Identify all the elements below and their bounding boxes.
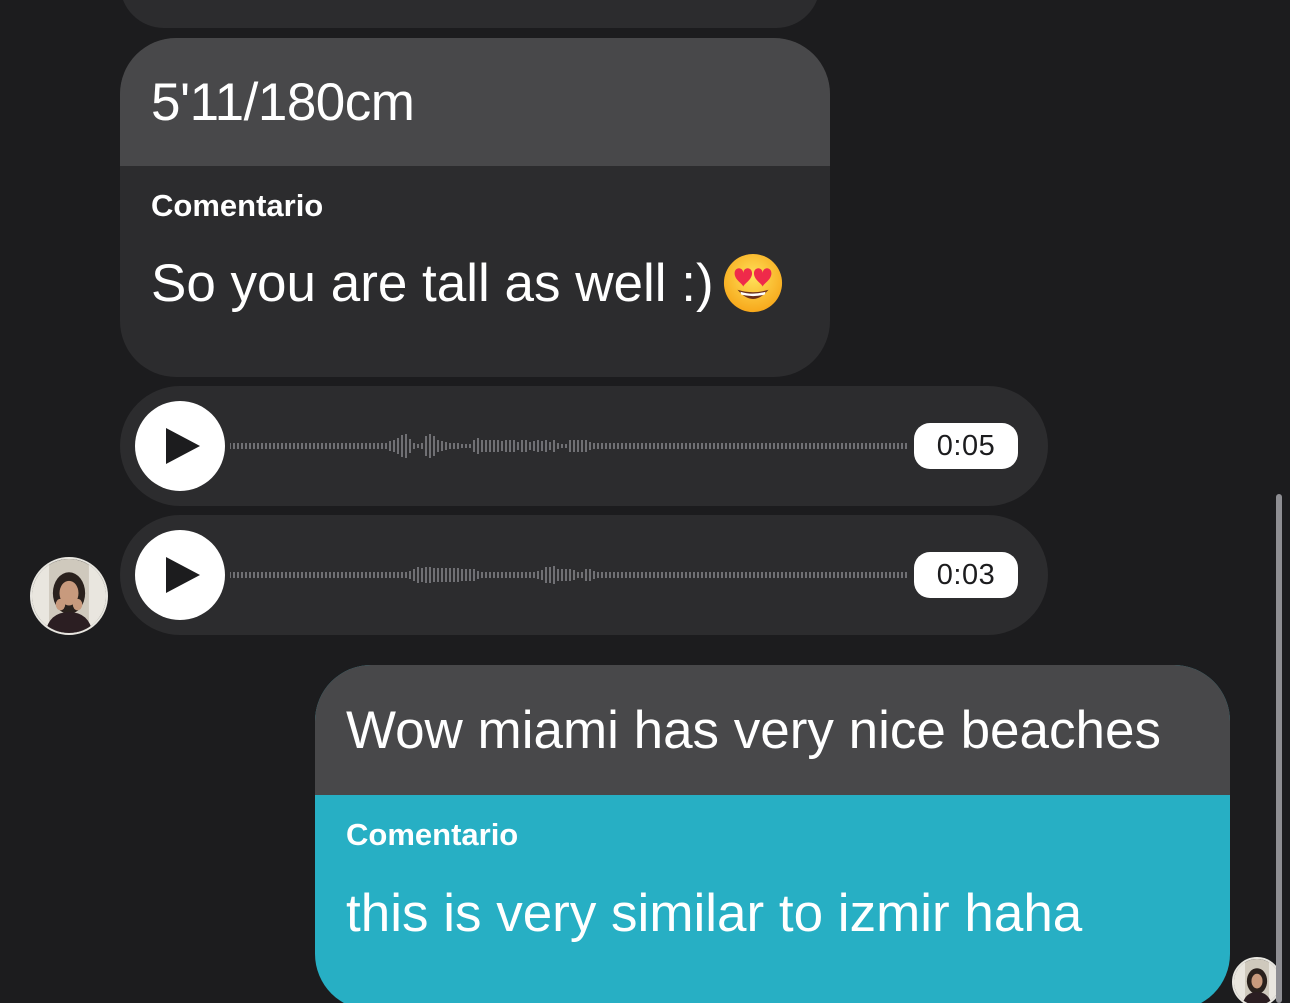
- avatar[interactable]: [30, 557, 108, 635]
- avatar-photo: [32, 559, 106, 633]
- voice-message[interactable]: 0:05: [120, 386, 1048, 506]
- previous-message-bubble[interactable]: [120, 0, 820, 28]
- quoted-message[interactable]: Wow miami has very nice beaches: [315, 665, 1230, 795]
- play-button[interactable]: [135, 530, 225, 620]
- comment-section: Comentario So you are tall as well :): [120, 166, 830, 314]
- comment-text-row: So you are tall as well :): [151, 252, 830, 314]
- play-icon: [166, 557, 200, 593]
- quoted-message[interactable]: 5'11/180cm: [120, 38, 830, 166]
- heart-eyes-emoji-icon: [723, 253, 782, 313]
- avatar-photo: [1234, 959, 1280, 1003]
- comment-label: Comentario: [346, 817, 519, 852]
- quoted-message-text: 5'11/180cm: [151, 72, 415, 132]
- scrollbar[interactable]: [1276, 494, 1282, 1003]
- comment-label: Comentario: [151, 188, 324, 223]
- play-icon: [166, 428, 200, 464]
- incoming-quote-message[interactable]: 5'11/180cm Comentario So you are tall as…: [120, 38, 830, 377]
- chat-screen: 5'11/180cm Comentario So you are tall as…: [0, 0, 1290, 1003]
- comment-text: So you are tall as well :): [151, 253, 714, 313]
- voice-message[interactable]: 0:03: [120, 515, 1048, 635]
- outgoing-quote-message[interactable]: Wow miami has very nice beaches Comentar…: [315, 665, 1230, 1003]
- duration-badge: 0:03: [914, 552, 1018, 598]
- comment-text-row: this is very similar to izmir haha: [346, 883, 1230, 944]
- waveform[interactable]: [230, 416, 910, 476]
- waveform[interactable]: [230, 545, 910, 605]
- duration-badge: 0:05: [914, 423, 1018, 469]
- quoted-message-text: Wow miami has very nice beaches: [346, 700, 1161, 760]
- avatar[interactable]: [1232, 957, 1282, 1003]
- play-button[interactable]: [135, 401, 225, 491]
- comment-text: this is very similar to izmir haha: [346, 884, 1083, 943]
- comment-section: Comentario this is very similar to izmir…: [315, 795, 1230, 944]
